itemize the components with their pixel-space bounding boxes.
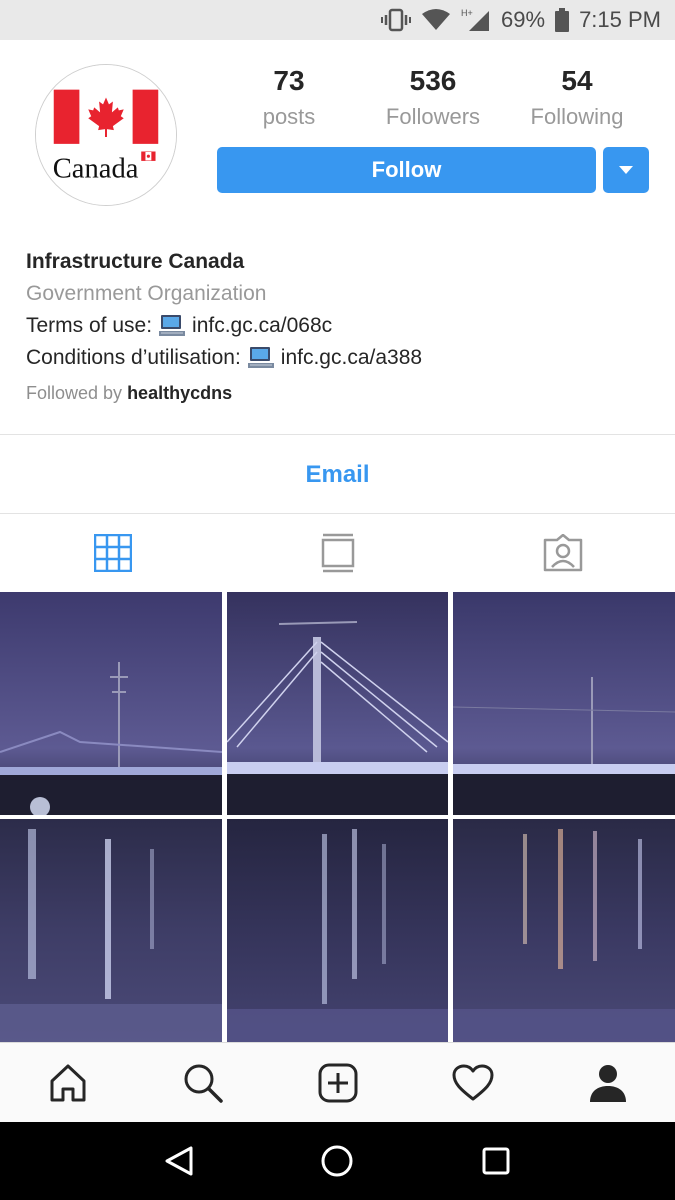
profile-stats: 73 posts 536 Followers 54 Following xyxy=(217,64,649,134)
suggestions-dropdown-button[interactable] xyxy=(603,147,649,193)
post-thumbnail[interactable] xyxy=(0,592,222,815)
post-thumbnail[interactable] xyxy=(0,819,222,1042)
post-thumbnail[interactable] xyxy=(227,592,448,815)
feed-icon xyxy=(321,533,354,573)
divider xyxy=(0,513,675,514)
avatar[interactable]: Canada xyxy=(35,64,177,206)
profile-tabs xyxy=(0,515,675,591)
divider xyxy=(0,434,675,435)
following-stat[interactable]: 54 Following xyxy=(505,64,649,134)
canada-wordmark: Canada xyxy=(53,153,139,184)
followed-by[interactable]: Followed by healthycdns xyxy=(26,376,646,410)
nav-profile[interactable] xyxy=(540,1043,675,1122)
followed-by-user[interactable]: healthycdns xyxy=(127,383,232,403)
recents-icon xyxy=(482,1147,510,1175)
nav-add-post[interactable] xyxy=(270,1043,405,1122)
computer-emoji-icon xyxy=(247,347,274,368)
follow-button[interactable]: Follow xyxy=(217,147,596,193)
clock: 7:15 PM xyxy=(579,7,661,32)
battery-percent: 69% xyxy=(501,7,546,32)
photo-grid xyxy=(0,592,675,1042)
conditions-line: Conditions d’utilisation: infc.gc.ca/a38… xyxy=(26,342,646,374)
home-icon xyxy=(50,1064,85,1101)
tab-grid[interactable] xyxy=(0,515,225,591)
profile-icon xyxy=(589,1064,626,1102)
bridge-photo xyxy=(453,592,675,815)
conditions-link[interactable]: infc.gc.ca/a388 xyxy=(281,342,422,374)
reflection-photo xyxy=(227,819,448,1042)
followed-by-prefix: Followed by xyxy=(26,383,123,403)
battery-icon xyxy=(555,8,570,32)
profile-category: Government Organization xyxy=(26,282,267,305)
conditions-prefix: Conditions d’utilisation: xyxy=(26,346,241,369)
nav-home[interactable] xyxy=(0,1043,135,1122)
reflection-photo xyxy=(0,819,222,1042)
grid-icon xyxy=(93,534,132,572)
email-button[interactable]: Email xyxy=(0,436,675,514)
nav-search[interactable] xyxy=(135,1043,270,1122)
home-button[interactable] xyxy=(307,1131,367,1191)
terms-line: Terms of use: infc.gc.ca/068c xyxy=(26,310,646,342)
terms-link[interactable]: infc.gc.ca/068c xyxy=(192,310,332,342)
heart-icon xyxy=(452,1064,493,1100)
reflection-photo xyxy=(453,819,675,1042)
bridge-photo xyxy=(227,592,448,815)
search-icon xyxy=(184,1064,223,1103)
post-thumbnail[interactable] xyxy=(453,592,675,815)
system-navigation-bar xyxy=(0,1122,675,1200)
back-button[interactable] xyxy=(149,1131,209,1191)
home-circle-icon xyxy=(321,1145,353,1177)
posts-count: 73 xyxy=(273,65,305,96)
profile-name: Infrastructure Canada xyxy=(26,250,245,273)
bottom-navigation xyxy=(0,1042,675,1122)
posts-stat[interactable]: 73 posts xyxy=(217,64,361,134)
add-post-icon xyxy=(318,1063,357,1102)
post-thumbnail[interactable] xyxy=(227,819,448,1042)
posts-label: posts xyxy=(262,104,316,129)
followers-stat[interactable]: 536 Followers xyxy=(361,64,505,134)
profile-bio: Infrastructure Canada Government Organiz… xyxy=(26,246,646,410)
computer-emoji-icon xyxy=(159,315,186,336)
followers-label: Followers xyxy=(385,104,481,129)
following-label: Following xyxy=(530,104,624,129)
post-thumbnail[interactable] xyxy=(453,819,675,1042)
tab-feed[interactable] xyxy=(225,515,450,591)
tagged-icon xyxy=(543,534,582,572)
status-bar: H+ 69% 7:15 PM xyxy=(0,0,675,40)
tab-tagged[interactable] xyxy=(450,515,675,591)
recents-button[interactable] xyxy=(466,1131,526,1191)
chevron-down-icon xyxy=(619,166,633,174)
back-icon xyxy=(165,1146,193,1176)
canada-logo: Canada xyxy=(36,65,176,205)
signal-icon: H+ xyxy=(461,7,491,33)
vibrate-icon xyxy=(381,8,412,32)
bridge-photo xyxy=(0,592,222,815)
wifi-icon xyxy=(421,8,451,32)
network-type-label: H+ xyxy=(461,8,473,18)
following-count: 54 xyxy=(561,65,593,96)
followers-count: 536 xyxy=(409,65,457,96)
terms-prefix: Terms of use: xyxy=(26,314,153,337)
nav-activity[interactable] xyxy=(405,1043,540,1122)
